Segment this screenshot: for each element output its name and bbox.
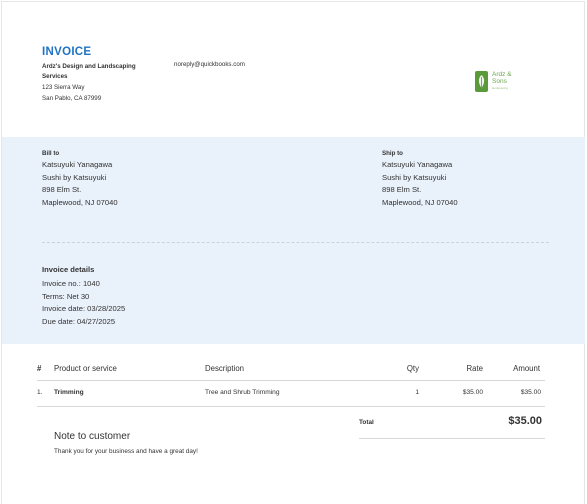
section-divider [42,242,549,243]
invoice-details-title: Invoice details [42,265,95,274]
row-qty: 1 [415,389,419,396]
leaf-icon [475,70,488,92]
total-label: Total [359,419,374,426]
logo-text-line: Sons [492,77,507,85]
company-address: 123 Sierra Way San Pablo, CA 87999 [42,83,101,104]
ship-to-label: Ship to [382,150,403,157]
due-date: Due date: 04/27/2025 [42,316,116,326]
bill-to-address: Katsuyuki Yanagawa Sushi by Katsuyuki 89… [42,159,118,209]
column-header-index: # [37,364,42,373]
column-header-qty: Qty [406,364,419,373]
ship-to-line: 898 Elm St. [382,185,422,195]
ship-to-address: Katsuyuki Yanagawa Sushi by Katsuyuki 89… [382,159,458,209]
column-header-description: Description [205,364,244,373]
logo-subtext: landscaping [492,85,509,90]
invoice-date: Invoice date: 03/28/2025 [42,304,126,314]
ship-to-line: Sushi by Katsuyuki [382,172,447,182]
invoice-details: Invoice no.: 1040 Terms: Net 30 Invoice … [42,278,125,328]
table-row-divider [37,406,545,407]
row-index: 1. [37,389,43,396]
bill-to-line: Katsuyuki Yanagawa [42,160,113,169]
invoice-terms: Terms: Net 30 [42,291,90,301]
row-amount: $35.00 [520,389,541,396]
bill-to-label: Bill to [42,150,60,157]
column-header-amount: Amount [513,364,540,373]
invoice-number: Invoice no.: 1040 [42,279,100,288]
bill-to-line: Sushi by Katsuyuki [42,172,107,182]
logo-text-line: Ardz & [492,70,512,78]
logo-text: Ardz & Sons landscaping [492,71,512,92]
row-rate: $35.00 [462,389,483,396]
company-address-line: San Pablo, CA 87999 [42,94,102,102]
table-header-divider [37,380,545,381]
total-value: $35.00 [508,415,542,427]
note-title: Note to customer [54,431,131,442]
invoice-title: INVOICE [42,46,92,58]
column-header-product: Product or service [54,364,117,373]
bill-to-line: 898 Elm St. [42,185,82,195]
column-header-rate: Rate [466,364,483,373]
company-address-line: 123 Sierra Way [42,84,85,91]
ship-to-line: Maplewood, NJ 07040 [382,197,458,207]
company-email: noreply@quickbooks.com [174,61,245,68]
row-description: Tree and Shrub Trimming [205,389,280,396]
company-logo: Ardz & Sons landscaping [475,69,525,93]
invoice-page: INVOICE Ardz's Design and Landscaping Se… [1,1,585,504]
note-text: Thank you for your business and have a g… [54,448,198,455]
row-product: Trimming [54,389,84,396]
ship-to-line: Katsuyuki Yanagawa [382,160,453,169]
company-name: Ardz's Design and Landscaping Services [42,63,136,80]
bill-to-line: Maplewood, NJ 07040 [42,197,118,207]
total-divider [359,438,545,439]
